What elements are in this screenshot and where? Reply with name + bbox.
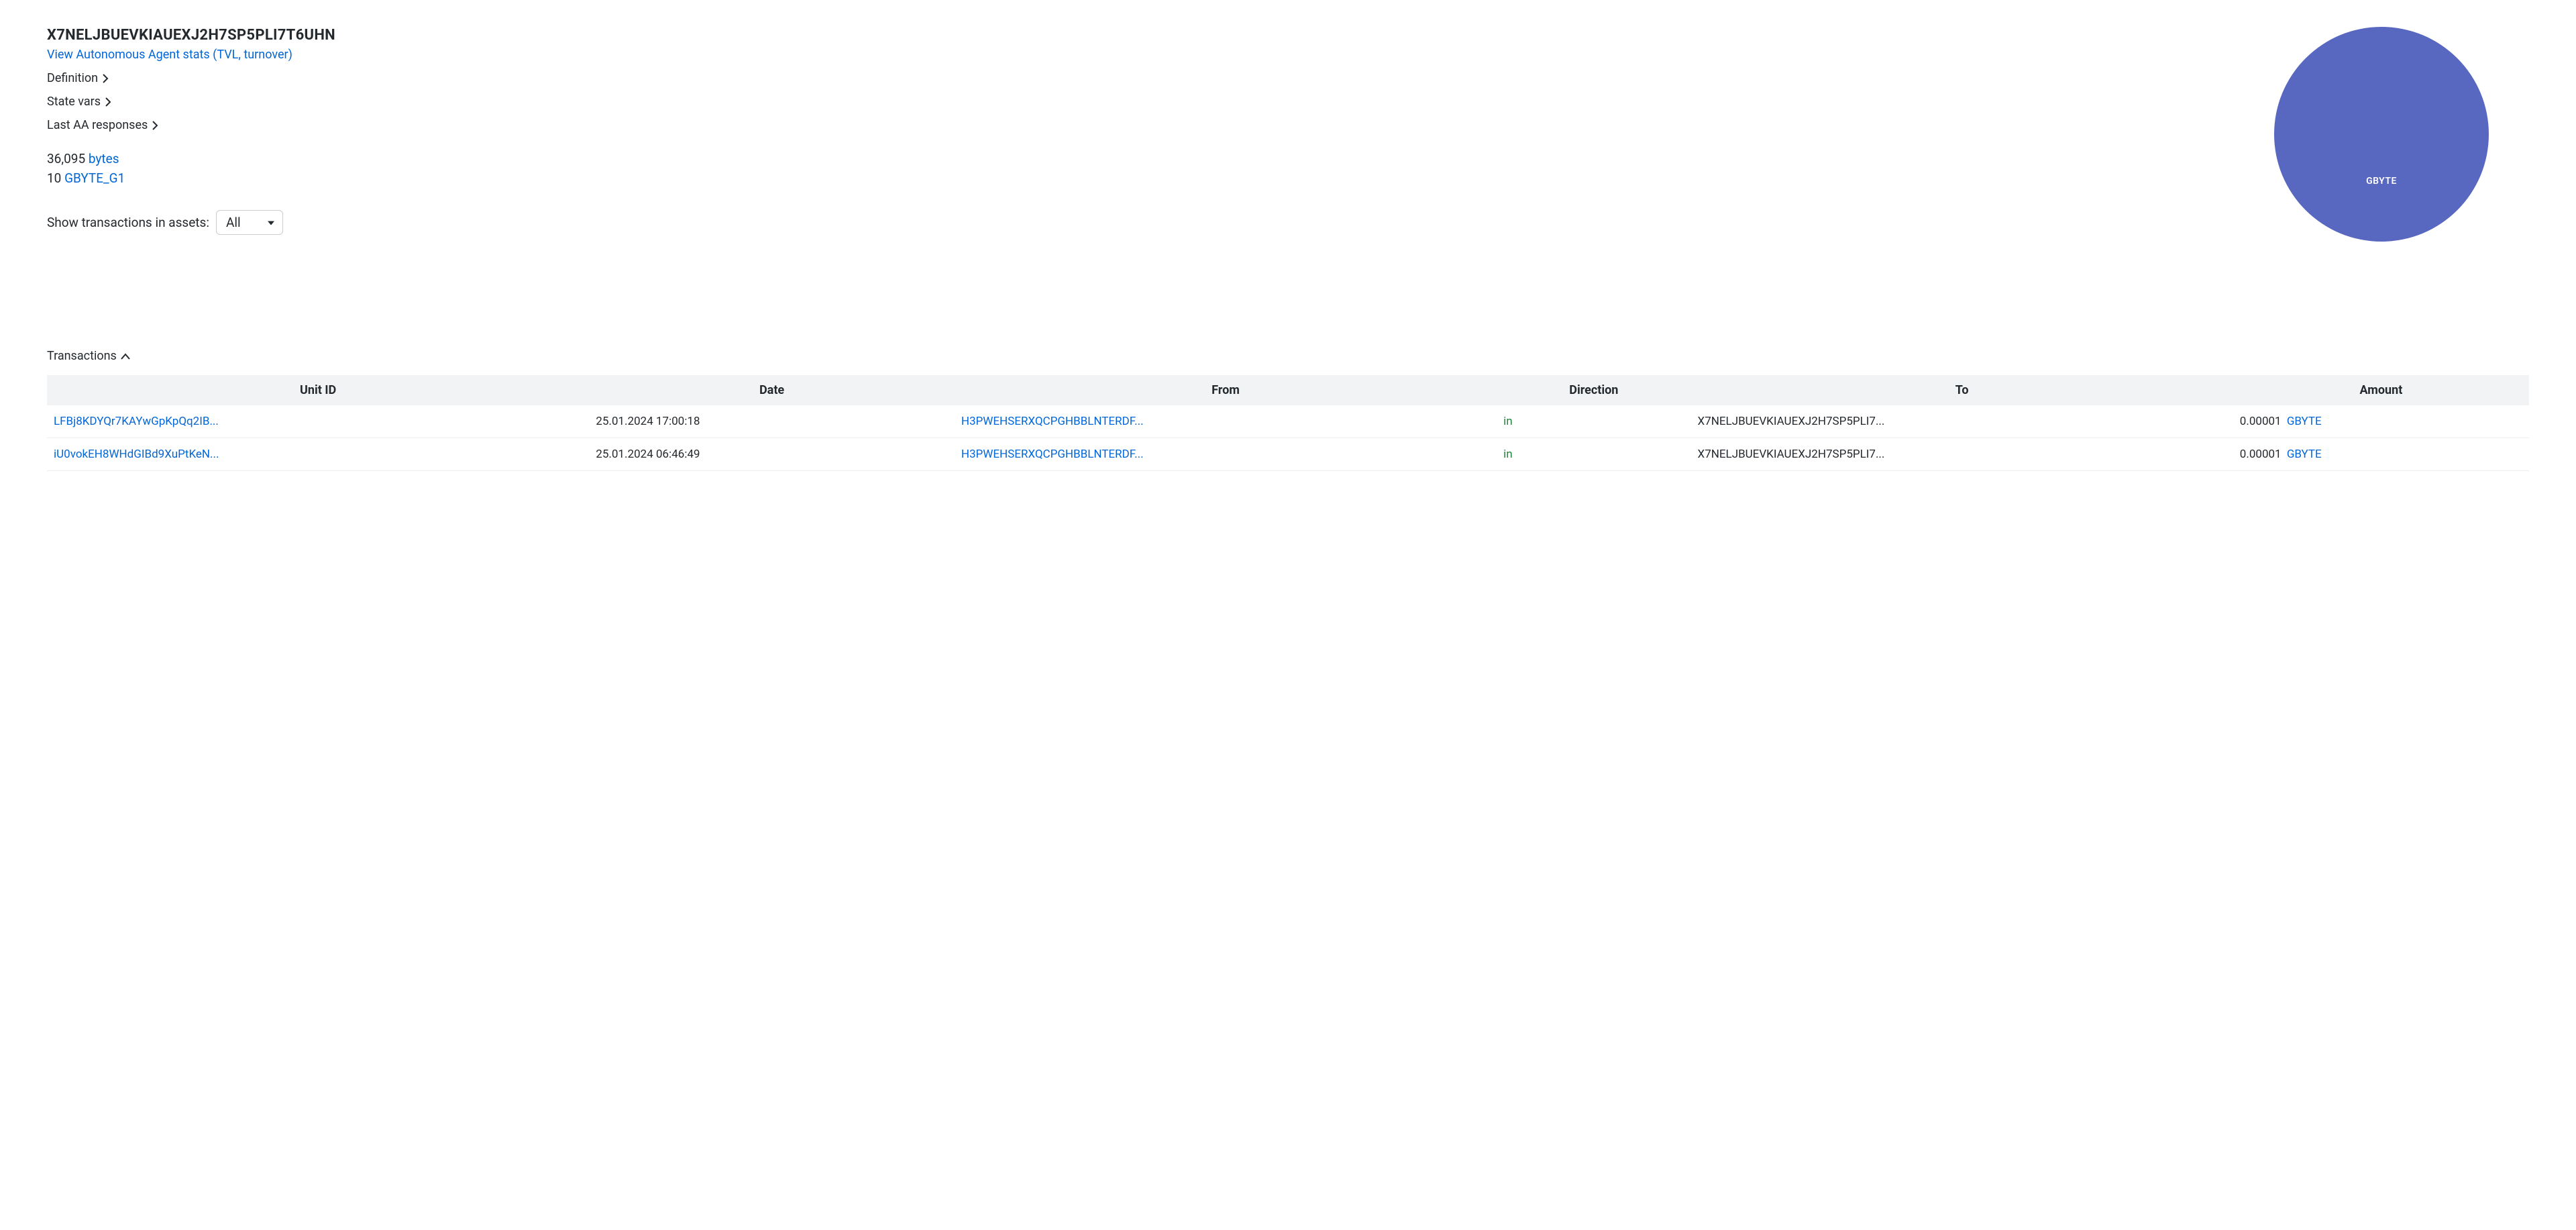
to-address: X7NELJBUEVKIAUEXJ2H7SP5PLI7... <box>1691 405 2233 438</box>
pie-slice-gbyte <box>2274 27 2489 242</box>
asset-pie-chart: GBYTE <box>2274 27 2489 242</box>
balance-row: 36,095 bytes <box>47 151 2207 166</box>
from-link[interactable]: H3PWEHSERXQCPGHBBLNTERDF... <box>961 448 1144 461</box>
address-title: X7NELJBUEVKIAUEXJ2H7SP5PLI7T6UHN <box>47 27 2207 44</box>
last-aa-responses-label: Last AA responses <box>47 118 148 132</box>
state-vars-label: State vars <box>47 95 101 109</box>
tx-amount: 0.00001 <box>2240 415 2282 428</box>
last-aa-responses-expander[interactable]: Last AA responses <box>47 118 2207 132</box>
balance-asset-link[interactable]: GBYTE_G1 <box>64 170 125 186</box>
tx-amount: 0.00001 <box>2240 448 2282 461</box>
asset-filter-value: All <box>226 215 241 230</box>
definition-expander[interactable]: Definition <box>47 71 2207 85</box>
transactions-table: Unit ID Date From Direction To Amount LF… <box>47 375 2529 471</box>
balance-row: 10 GBYTE_G1 <box>47 170 2207 186</box>
state-vars-expander[interactable]: State vars <box>47 95 2207 109</box>
col-amount: Amount <box>2233 375 2529 405</box>
table-row: iU0vokEH8WHdGIBd9XuPtKeN... 25.01.2024 0… <box>47 438 2529 471</box>
definition-label: Definition <box>47 71 98 85</box>
transactions-heading: Transactions <box>47 349 117 363</box>
to-address: X7NELJBUEVKIAUEXJ2H7SP5PLI7... <box>1691 438 2233 471</box>
col-direction: Direction <box>1497 375 1690 405</box>
balances-list: 36,095 bytes 10 GBYTE_G1 <box>47 151 2207 186</box>
direction-badge: in <box>1503 448 1513 461</box>
balance-asset-link[interactable]: bytes <box>89 151 119 166</box>
chevron-right-icon <box>102 71 109 85</box>
col-to: To <box>1691 375 2233 405</box>
aa-stats-link[interactable]: View Autonomous Agent stats (TVL, turnov… <box>47 48 292 62</box>
col-unit-id: Unit ID <box>47 375 589 405</box>
transactions-expander[interactable]: Transactions <box>47 349 2529 363</box>
balance-amount: 10 <box>47 170 61 186</box>
asset-filter-select[interactable]: All <box>216 210 283 235</box>
chevron-up-icon <box>121 349 130 363</box>
tx-date: 25.01.2024 17:00:18 <box>589 405 955 438</box>
chevron-right-icon <box>152 118 158 132</box>
col-from: From <box>955 375 1497 405</box>
tx-asset-link[interactable]: GBYTE <box>2287 415 2322 428</box>
caret-down-icon <box>268 215 274 230</box>
unit-link[interactable]: LFBj8KDYQr7KAYwGpKpQq2IB... <box>54 415 219 428</box>
chevron-right-icon <box>105 95 111 109</box>
tx-asset-link[interactable]: GBYTE <box>2287 448 2322 461</box>
pie-label: GBYTE <box>2366 176 2397 187</box>
table-row: LFBj8KDYQr7KAYwGpKpQq2IB... 25.01.2024 1… <box>47 405 2529 438</box>
asset-filter-label: Show transactions in assets: <box>47 215 209 230</box>
from-link[interactable]: H3PWEHSERXQCPGHBBLNTERDF... <box>961 415 1144 428</box>
balance-amount: 36,095 <box>47 151 85 166</box>
tx-date: 25.01.2024 06:46:49 <box>589 438 955 471</box>
unit-link[interactable]: iU0vokEH8WHdGIBd9XuPtKeN... <box>54 448 219 461</box>
col-date: Date <box>589 375 955 405</box>
direction-badge: in <box>1503 415 1513 428</box>
